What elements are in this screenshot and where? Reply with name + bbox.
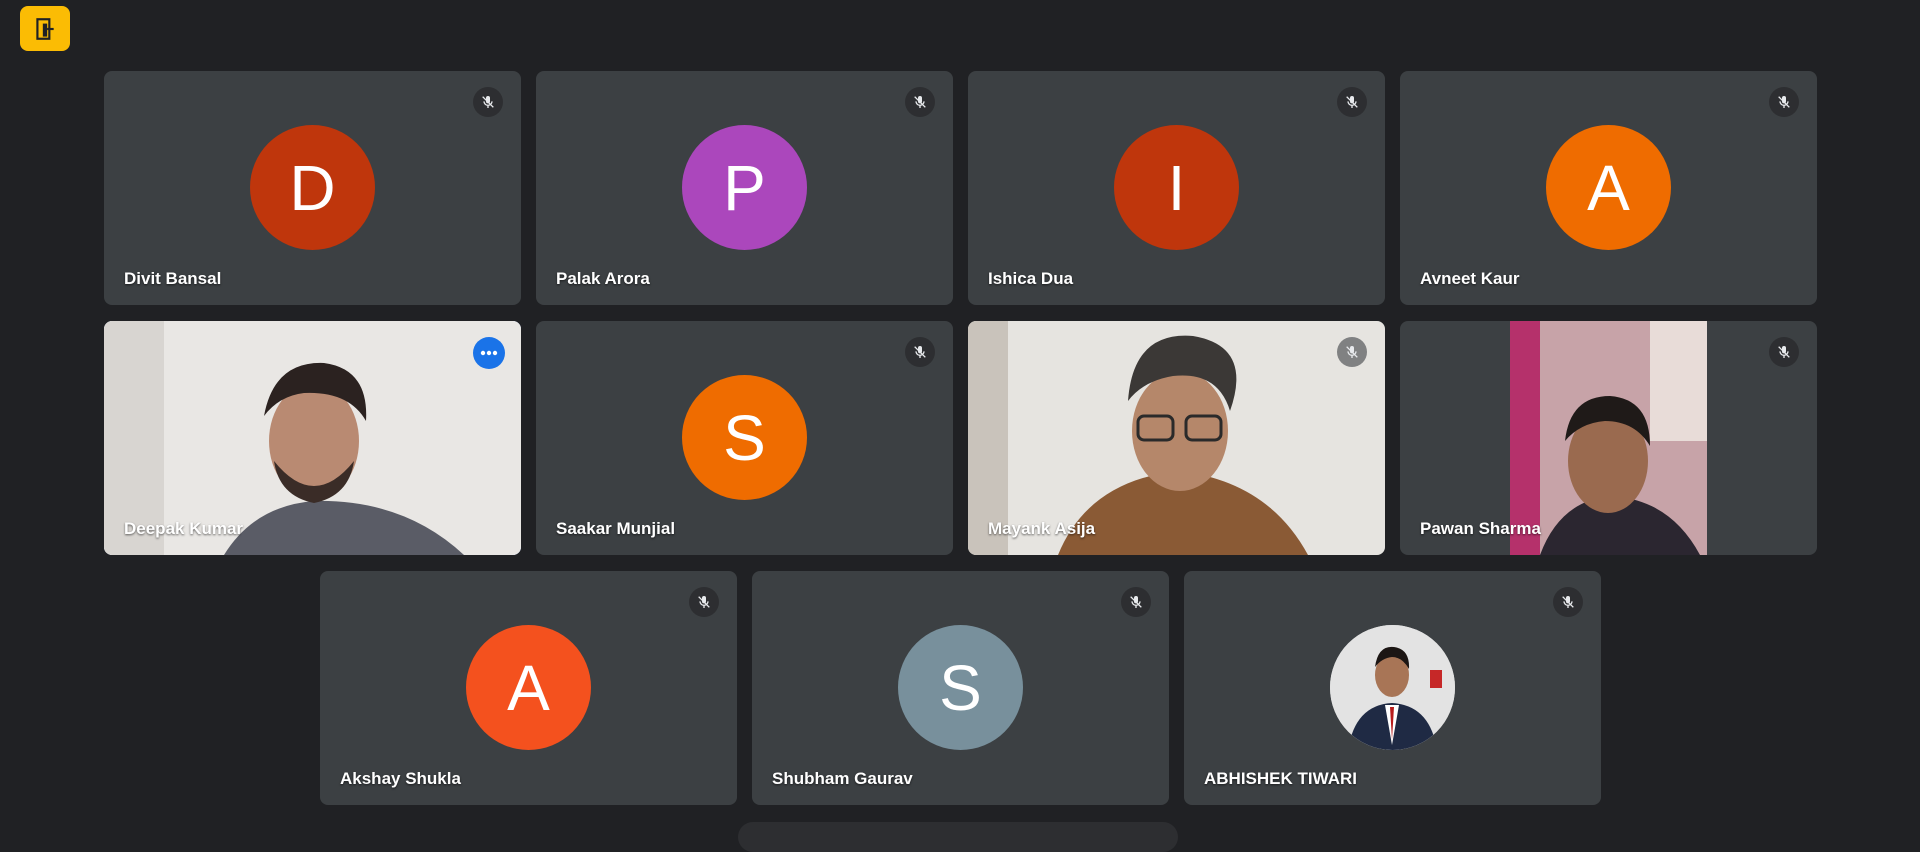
participant-tile[interactable]: Mayank Asija <box>968 321 1385 555</box>
avatar: A <box>1546 125 1671 250</box>
participant-name: Ishica Dua <box>988 269 1074 288</box>
avatar-photo <box>1330 625 1455 750</box>
mic-off-icon <box>473 87 503 117</box>
participant-tile[interactable]: I Ishica Dua <box>968 71 1385 305</box>
more-options-icon[interactable] <box>473 337 505 369</box>
participant-tile-active-speaker[interactable]: Deepak Kumar <box>104 321 521 555</box>
avatar: S <box>898 625 1023 750</box>
participant-name: Akshay Shukla <box>340 769 461 788</box>
avatar: S <box>682 375 807 500</box>
participant-name: Avneet Kaur <box>1420 269 1520 288</box>
mic-off-icon <box>1337 87 1367 117</box>
participant-name: Shubham Gaurav <box>772 769 913 788</box>
mic-off-icon <box>1769 337 1799 367</box>
app-badge[interactable] <box>20 6 70 51</box>
participant-name: ABHISHEK TIWARI <box>1204 769 1357 788</box>
participant-name: Divit Bansal <box>124 269 222 288</box>
avatar: P <box>682 125 807 250</box>
participant-tile[interactable]: D Divit Bansal <box>104 71 521 305</box>
exit-door-icon <box>36 17 54 40</box>
profile-photo <box>1330 625 1455 750</box>
participant-tile[interactable]: A Akshay Shukla <box>320 571 737 805</box>
participant-name: Mayank Asija <box>988 519 1096 538</box>
mic-off-icon <box>905 87 935 117</box>
avatar: D <box>250 125 375 250</box>
reactions-bar[interactable] <box>738 822 1178 852</box>
mic-off-icon <box>905 337 935 367</box>
participant-tile[interactable]: S Shubham Gaurav <box>752 571 1169 805</box>
participant-tile[interactable]: S Saakar Munjial <box>536 321 953 555</box>
mic-off-icon <box>689 587 719 617</box>
participant-tile[interactable]: ABHISHEK TIWARI <box>1184 571 1601 805</box>
participant-tile[interactable]: Pawan Sharma <box>1400 321 1817 555</box>
avatar: I <box>1114 125 1239 250</box>
participant-tile[interactable]: P Palak Arora <box>536 71 953 305</box>
mic-off-icon <box>1121 587 1151 617</box>
participant-tile[interactable]: A Avneet Kaur <box>1400 71 1817 305</box>
participant-name: Deepak Kumar <box>124 519 244 538</box>
mic-off-icon <box>1553 587 1583 617</box>
participant-name: Pawan Sharma <box>1420 519 1541 538</box>
avatar: A <box>466 625 591 750</box>
mic-off-icon <box>1769 87 1799 117</box>
participant-name: Saakar Munjial <box>556 519 676 538</box>
participant-name: Palak Arora <box>556 269 650 288</box>
mic-off-icon <box>1337 337 1367 367</box>
